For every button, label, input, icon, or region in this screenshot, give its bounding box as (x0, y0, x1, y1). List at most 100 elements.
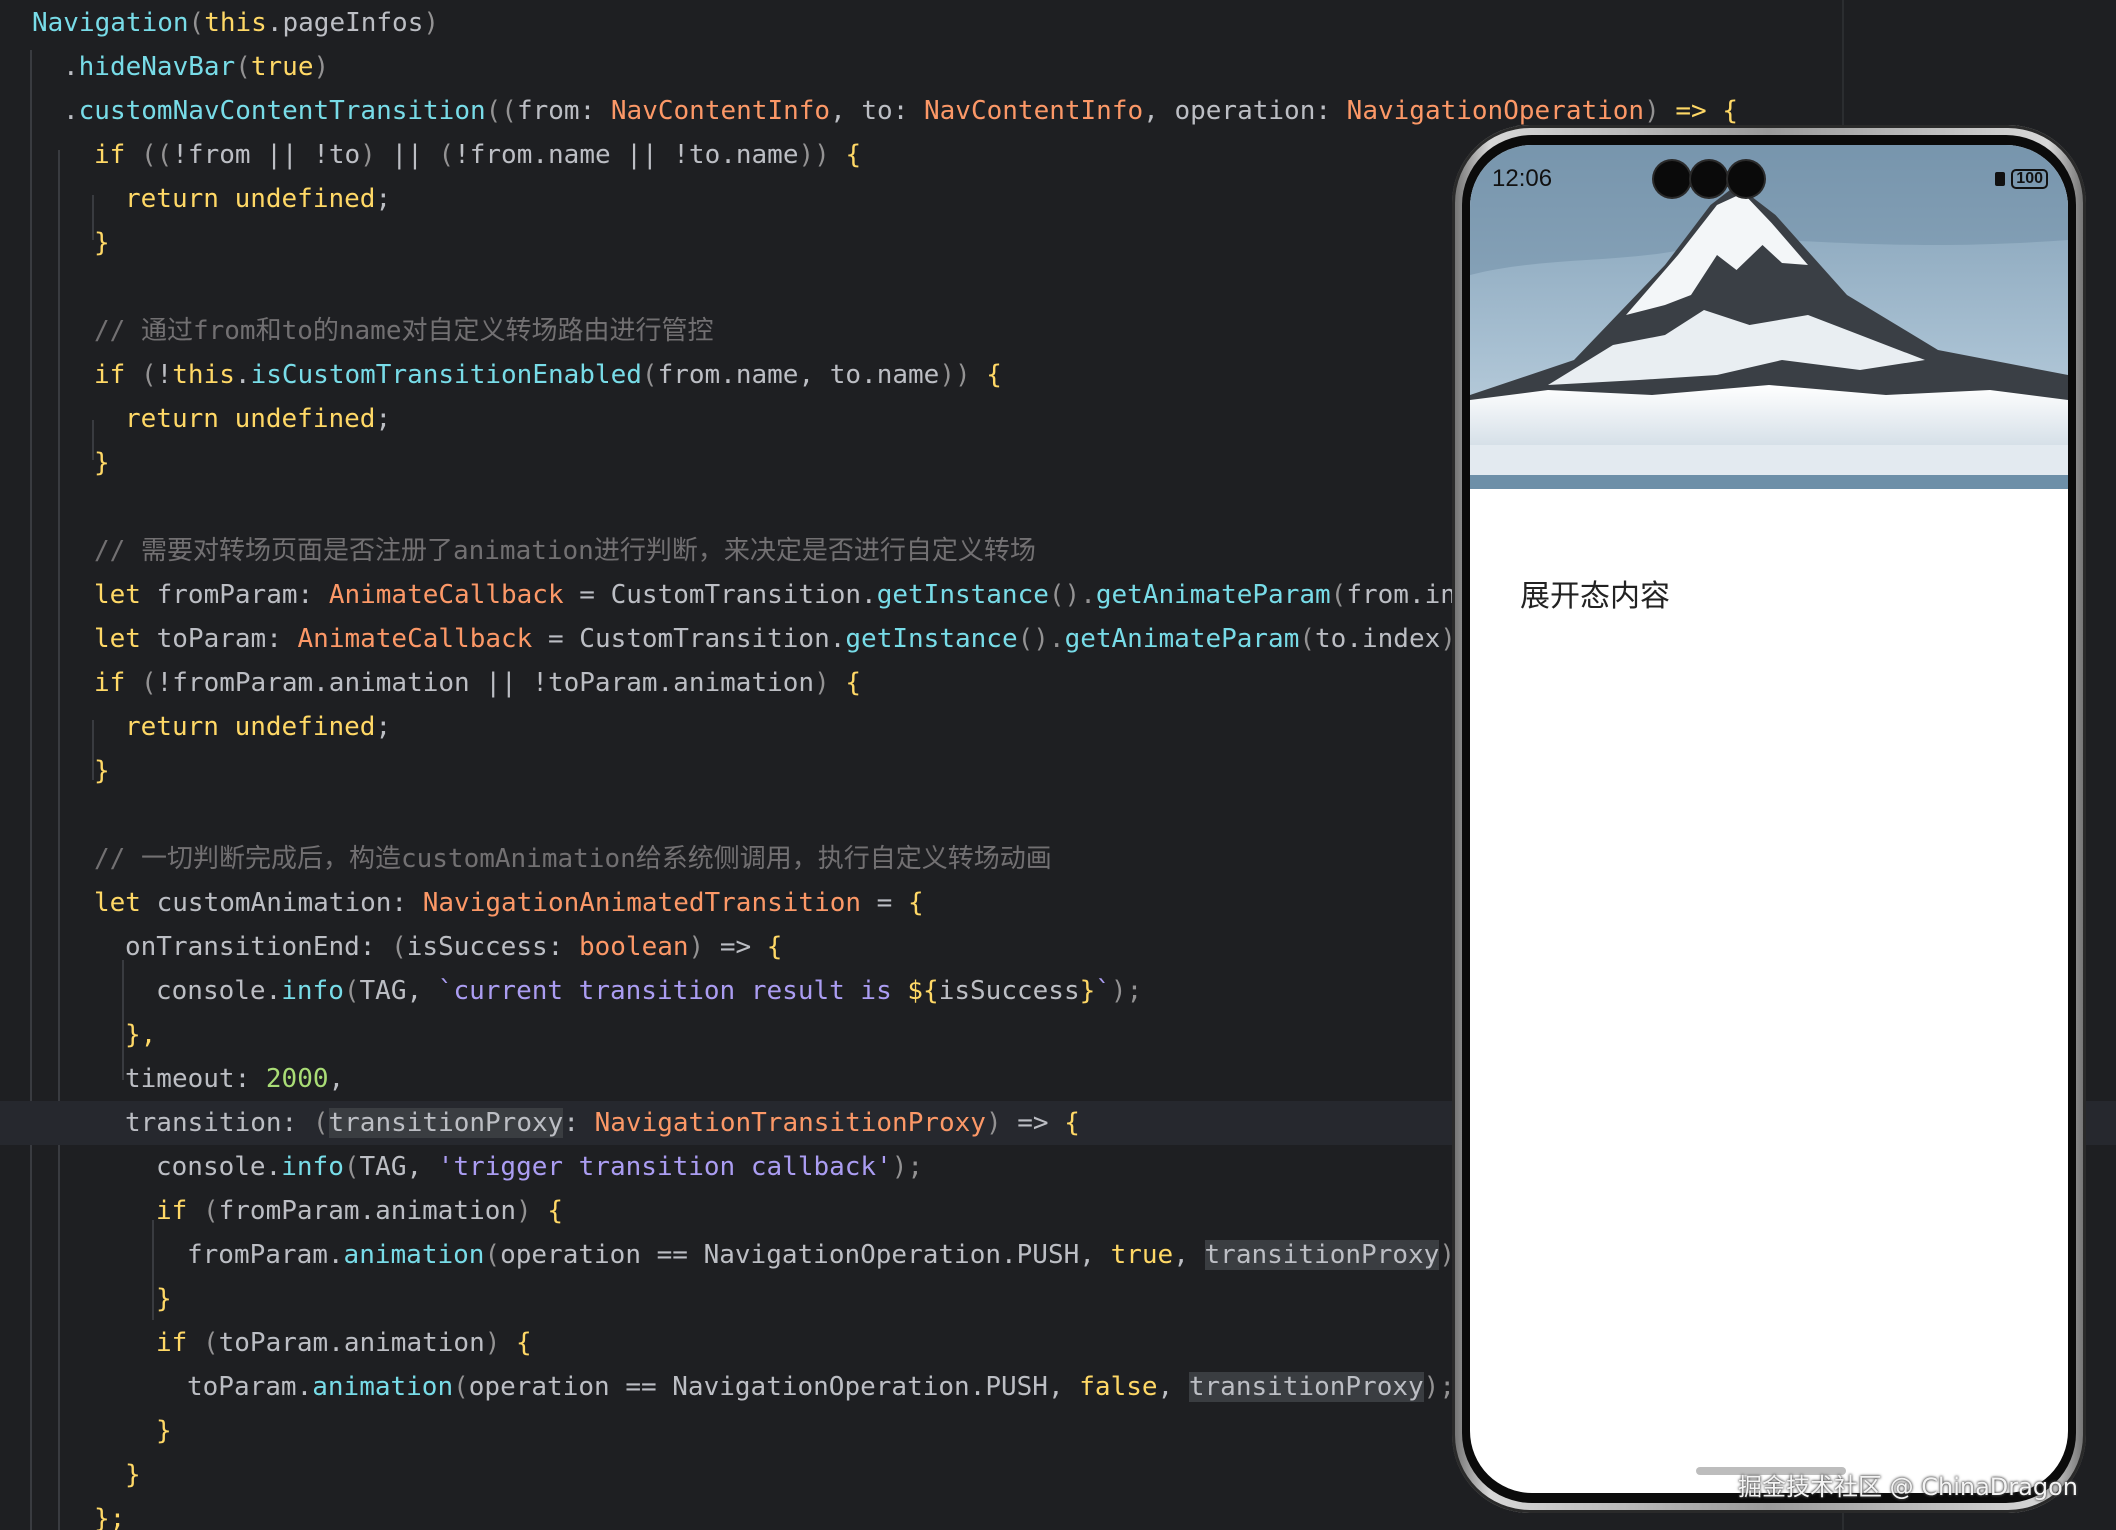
code-line[interactable]: // 一切判断完成后，构造customAnimation给系统侧调用，执行自定义… (0, 837, 1052, 881)
code-token: ) (516, 1196, 532, 1226)
code-line[interactable]: } (0, 221, 110, 265)
content-text: 展开态内容 (1520, 579, 1670, 614)
code-token: = (861, 888, 908, 918)
code-token: animation (312, 1372, 454, 1402)
code-token: , (1143, 96, 1175, 126)
code-token: } (94, 448, 110, 478)
code-line[interactable]: } (0, 1453, 141, 1497)
code-line[interactable]: if (toParam.animation) { (0, 1321, 532, 1365)
code-line[interactable]: } (0, 1277, 172, 1321)
code-line[interactable]: return undefined; (0, 705, 391, 749)
code-line[interactable]: fromParam.animation(operation == Navigat… (0, 1233, 1471, 1277)
code-token: ) (688, 932, 720, 962)
code-token: || (375, 140, 439, 170)
code-token: !to.name (673, 140, 799, 170)
code-line[interactable]: return undefined; (0, 177, 391, 221)
code-line[interactable]: }; (0, 1497, 125, 1530)
code-token: true (250, 52, 314, 82)
code-token: false (1079, 1372, 1158, 1402)
code-token: => (1675, 96, 1707, 126)
code-token: ( (125, 360, 157, 390)
code-line[interactable]: let customAnimation: NavigationAnimatedT… (0, 881, 924, 925)
code-token: { (829, 668, 862, 698)
code-line[interactable]: console.info(TAG, 'trigger transition ca… (0, 1145, 923, 1189)
code-line[interactable]: if (fromParam.animation) { (0, 1189, 563, 1233)
code-line[interactable]: timeout: 2000, (0, 1057, 344, 1101)
watermark: 掘金技术社区 @ ChinaDragon (1738, 1473, 2078, 1501)
code-line[interactable] (0, 265, 32, 309)
code-token: toParam. (187, 1372, 313, 1402)
code-token: { (829, 140, 862, 170)
code-line[interactable]: .customNavContentTransition((from: NavCo… (0, 89, 1738, 133)
code-token: !from.name (454, 140, 611, 170)
code-token: ( (312, 1108, 329, 1138)
code-line[interactable]: // 需要对转场页面是否注册了animation进行判断，来决定是否进行自定义转… (0, 529, 1036, 573)
code-token: toParam: (140, 624, 298, 654)
code-token: 2000 (265, 1064, 329, 1094)
code-token: ); (1423, 1372, 1455, 1402)
code-token: ( (641, 360, 658, 390)
code-line[interactable]: } (0, 749, 110, 793)
code-line[interactable]: onTransitionEnd: (isSuccess: boolean) =>… (0, 925, 782, 969)
code-token: animation (343, 1240, 485, 1270)
code-token: { (1048, 1108, 1080, 1138)
code-token: fromParam.animation (218, 1196, 517, 1226)
code-line[interactable]: console.info(TAG, `current transition re… (0, 969, 1142, 1013)
code-token: . (63, 96, 79, 126)
code-line[interactable]: if (!fromParam.animation || !toParam.ani… (0, 661, 861, 705)
code-token: , (328, 1064, 345, 1094)
code-line[interactable]: toParam.animation(operation == Navigatio… (0, 1365, 1455, 1409)
code-token: ( (438, 140, 455, 170)
code-token: (( (485, 96, 517, 126)
code-line[interactable]: if (!this.isCustomTransitionEnabled(from… (0, 353, 1002, 397)
code-token: , (830, 96, 862, 126)
code-line[interactable]: } (0, 441, 110, 485)
code-line[interactable] (0, 485, 32, 529)
code-token: } (94, 228, 110, 258)
code-token: if (94, 668, 126, 698)
code-line[interactable]: return undefined; (0, 397, 391, 441)
code-token: transition: (125, 1108, 313, 1138)
code-token: (). (1017, 624, 1065, 654)
code-token: from.name, to.name (657, 360, 940, 390)
code-token: return undefined (125, 184, 376, 214)
code-token: ( (453, 1372, 469, 1402)
code-line[interactable]: }, (0, 1013, 156, 1057)
code-token: transitionProxy (1204, 1240, 1440, 1270)
code-token: to (861, 96, 893, 126)
code-token: if (156, 1196, 188, 1226)
code-token: ) (313, 52, 330, 82)
code-token: ! (156, 360, 173, 390)
code-token: NavigationAnimatedTransition (422, 888, 862, 918)
code-token: ` (1095, 976, 1111, 1006)
code-token: ( (343, 976, 360, 1006)
code-line[interactable]: // 通过from和to的name对自定义转场路由进行管控 (0, 309, 714, 353)
status-time: 12:06 (1492, 165, 1553, 192)
code-line[interactable]: Navigation(this.pageInfos) (0, 1, 439, 45)
phone-screen[interactable]: 12:06 100 展开态内容 (1470, 145, 2068, 1493)
code-token: AnimateCallback (328, 580, 564, 610)
code-line[interactable]: let fromParam: AnimateCallback = CustomT… (0, 573, 1534, 617)
code-token: }; (94, 1504, 126, 1530)
code-line[interactable]: let toParam: AnimateCallback = CustomTra… (0, 617, 1472, 661)
code-token: // 通过from和to的name对自定义转场路由进行管控 (94, 316, 714, 346)
code-token: : (1315, 96, 1347, 126)
code-line[interactable] (0, 793, 32, 837)
code-token: ) (1644, 96, 1676, 126)
code-token: AnimateCallback (297, 624, 533, 654)
code-token: } (125, 1460, 141, 1490)
code-token: NavigationOperation (1346, 96, 1645, 126)
code-token: ( (343, 1152, 360, 1182)
code-token: toParam.animation (218, 1328, 485, 1358)
code-token: Navigation (32, 8, 189, 38)
code-line[interactable]: } (0, 1409, 172, 1453)
code-token: ) (360, 140, 376, 170)
code-token: )) (798, 140, 830, 170)
camera-icon (1728, 161, 1764, 197)
code-token: ; (375, 712, 392, 742)
code-token: transitionProxy (328, 1108, 564, 1138)
code-token: console. (156, 976, 282, 1006)
code-line[interactable]: if ((!from || !to) || (!from.name || !to… (0, 133, 861, 177)
code-token: ( (391, 932, 407, 962)
code-line[interactable]: .hideNavBar(true) (0, 45, 329, 89)
